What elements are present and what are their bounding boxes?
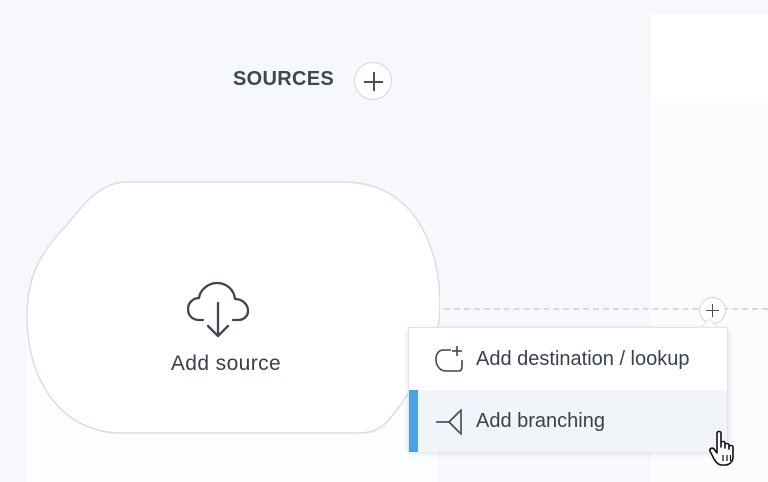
branching-icon <box>436 409 462 435</box>
menu-item-label: Add branching <box>476 409 605 432</box>
destination-add-icon <box>435 346 463 372</box>
sources-heading: SOURCES <box>233 68 335 90</box>
cloud-download-icon <box>187 281 249 338</box>
next-column-header <box>651 14 768 102</box>
connector-plus-button[interactable] <box>699 297 726 324</box>
menu-item-add-branching[interactable]: Add branching <box>409 390 727 452</box>
hand-pointer-icon <box>709 430 734 466</box>
menu-item-label: Add destination / lookup <box>476 347 690 370</box>
add-menu-dropdown: Add destination / lookup Add branching <box>408 327 728 452</box>
menu-item-add-destination[interactable]: Add destination / lookup <box>409 328 727 390</box>
add-source-label: Add source <box>170 352 282 375</box>
highlight-accent-bar <box>409 390 418 452</box>
add-source-plus-button[interactable] <box>354 62 392 100</box>
